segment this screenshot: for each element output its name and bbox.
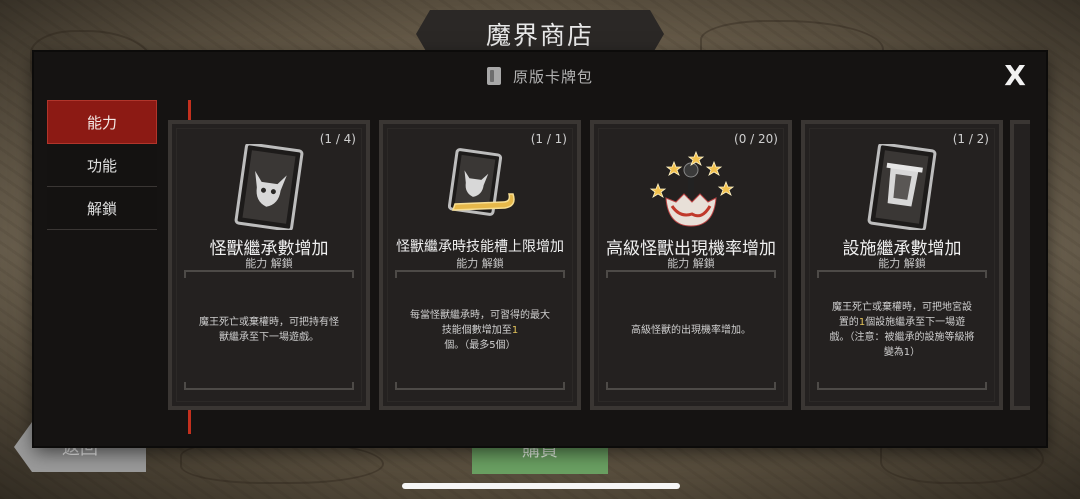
card-name: 怪獸繼承時技能槽上限增加 — [396, 239, 564, 255]
card-subtitle: 能力 解鎖 — [245, 257, 293, 270]
close-icon: X — [1004, 58, 1026, 92]
close-button[interactable]: X — [1000, 58, 1030, 92]
upgrade-card-skill-slot[interactable]: (1 / 1) 怪獸繼承時技能槽上限增加 能力 解鎖 每當怪獸繼承時，可習得的最… — [379, 120, 581, 410]
card-subtitle: 能力 解鎖 — [878, 257, 926, 270]
monster-card-icon — [214, 142, 324, 232]
card-description-box: 魔王死亡或棄權時，可把地宮設置的1個設施繼承至下一場遊戲。（注意：被繼承的設施等… — [817, 270, 987, 390]
card-description-box: 魔王死亡或棄權時，可把持有怪獸繼承至下一場遊戲。 — [184, 270, 354, 390]
dialog-header: 原版卡牌包 — [34, 52, 1046, 100]
card-count: (1 / 4) — [319, 132, 356, 146]
monster-card-scroll-icon — [425, 144, 535, 230]
card-description: 魔王死亡或棄權時，可把持有怪獸繼承至下一場遊戲。 — [199, 317, 339, 343]
tab-function[interactable]: 功能 — [47, 144, 157, 187]
next-card-peek[interactable] — [1010, 120, 1030, 410]
upgrade-card-high-monster-rate[interactable]: (0 / 20) 高級怪獸出現機率增加 能力 解鎖 高級怪獸的出現機率增加。 — [590, 120, 792, 410]
card-description-text: 魔王死亡或棄權時，可把地宮設置的1個設施繼承至下一場遊戲。（注意：被繼承的設施等… — [829, 302, 975, 358]
home-indicator[interactable] — [402, 483, 680, 489]
card-description-text: 每當怪獸繼承時，可習得的最大技能個數增加至1個。（最多5個） — [410, 309, 550, 351]
tab-ability[interactable]: 能力 — [47, 100, 157, 144]
card-count: (1 / 2) — [952, 132, 989, 146]
upgrade-card-facility-inherit[interactable]: (1 / 2) 設施繼承數增加 能力 解鎖 魔王死亡或棄權時，可把地宮設置的1個… — [801, 120, 1003, 410]
card-description-box: 每當怪獸繼承時，可習得的最大技能個數增加至1個。（最多5個） — [395, 270, 565, 390]
card-description: 魔王死亡或棄權時，可把地宮設置的1個設施繼承至下一場遊戲。（注意：被繼承的設施等… — [829, 270, 975, 390]
card-list: (1 / 4) 怪獸繼承數增加 能力 解鎖 魔王死亡或棄權時，可把持有怪獸繼承至… — [168, 120, 1038, 412]
card-description: 每當怪獸繼承時，可習得的最大技能個數增加至1個。（最多5個） — [407, 270, 553, 390]
card-count: (1 / 1) — [530, 132, 567, 146]
shop-title: 魔界商店 — [485, 21, 594, 50]
egg-hatch-stars-icon — [636, 144, 746, 230]
tab-unlock[interactable]: 解鎖 — [47, 187, 157, 230]
shop-title-banner: 魔界商店 — [416, 10, 664, 58]
facility-card-icon — [847, 142, 957, 232]
card-description: 高級怪獸的出現機率增加。 — [631, 324, 751, 336]
upgrade-card-monster-inherit[interactable]: (1 / 4) 怪獸繼承數增加 能力 解鎖 魔王死亡或棄權時，可把持有怪獸繼承至… — [168, 120, 370, 410]
card-subtitle: 能力 解鎖 — [456, 257, 504, 270]
card-pack-dialog: 原版卡牌包 X 能力 功能 解鎖 (1 / 4) 怪獸繼承數增加 能力 解鎖 魔… — [34, 52, 1046, 446]
card-description-box: 高級怪獸的出現機率增加。 — [606, 270, 776, 390]
card-pack-icon — [486, 67, 501, 85]
dialog-title: 原版卡牌包 — [512, 67, 593, 86]
card-subtitle: 能力 解鎖 — [667, 257, 715, 270]
category-sidebar: 能力 功能 解鎖 — [47, 100, 157, 434]
